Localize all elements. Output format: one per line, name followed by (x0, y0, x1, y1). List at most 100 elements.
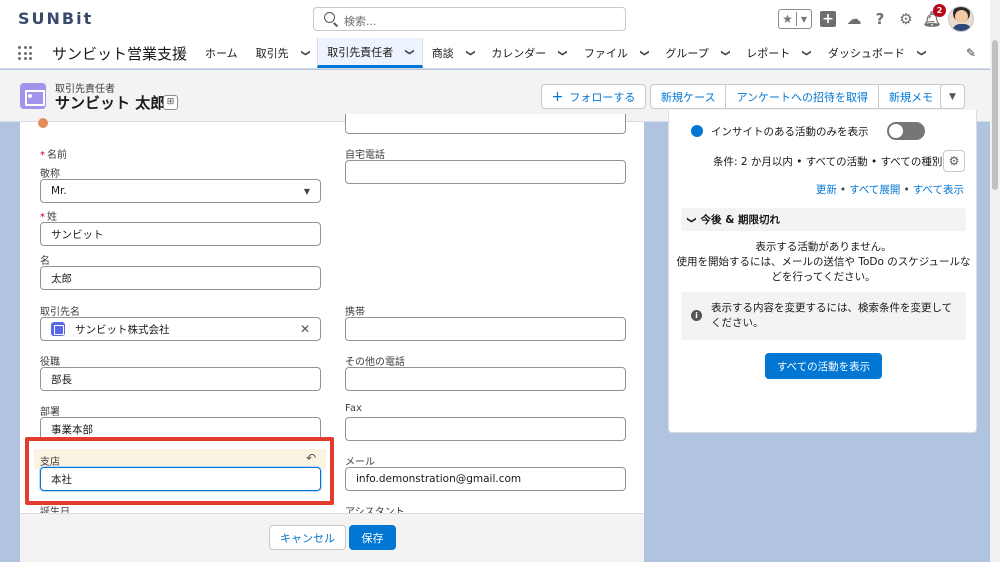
chevron-down-icon[interactable]: ❯ (557, 49, 567, 57)
gear-icon: ⚙ (948, 154, 960, 168)
contact-icon (20, 83, 46, 109)
nav-item-groups[interactable]: グループ ❯ (656, 38, 737, 68)
scrollbar-thumb[interactable] (992, 40, 998, 190)
global-header: SUNBit 検索... ★ ▼ + ☁ ? ⚙ 🔔︎ 2 (0, 0, 990, 38)
chevron-down-icon: ▼ (800, 14, 808, 24)
save-button[interactable]: 保存 (349, 525, 396, 550)
email-field: メール info.demonstration@gmail.com (345, 453, 626, 491)
department-field: 部署 事業本部 (40, 403, 321, 441)
home-phone-field: 自宅電話 (345, 146, 626, 184)
activity-links: 更新 • すべて展開 • すべて表示 (815, 184, 964, 196)
nav-item-reports[interactable]: レポート ❯ (737, 38, 819, 68)
show-all-activities-button[interactable]: すべての活動を表示 (765, 353, 882, 379)
account-field: 取引先名 サンビット株式会社 ✕ (40, 303, 321, 341)
home-phone-input[interactable] (345, 160, 626, 184)
salutation-select[interactable]: Mr. ▼ (40, 179, 321, 203)
activity-panel: インサイトのある活動のみを表示 条件: 2 か月以内 • すべての活動 • すべ… (668, 110, 977, 433)
first-name-input[interactable]: 太郎 (40, 266, 321, 290)
info-box: i 表示する内容を変更するには、検索条件を変更してください。 (681, 292, 966, 340)
nav-item-accounts[interactable]: 取引先 ❯ (247, 38, 318, 68)
salutation-field: 敬称 Mr. ▼ (40, 165, 321, 203)
cloud-icon: ☁ (846, 10, 862, 28)
other-phone-field: その他の電話 (345, 353, 626, 391)
fax-field: Fax (345, 403, 626, 441)
edit-nav-icon[interactable]: ✎ (966, 46, 976, 60)
chevron-down-icon[interactable]: ❯ (639, 49, 649, 57)
title-input[interactable]: 部長 (40, 367, 321, 391)
title-icon (38, 118, 48, 128)
scrollbar[interactable] (990, 0, 1000, 562)
last-name-field: * 姓 サンビット (40, 208, 321, 246)
show-all-link[interactable]: すべて表示 (913, 184, 964, 196)
info-icon: i (691, 310, 702, 321)
avatar[interactable] (948, 6, 974, 32)
partial-top-field (345, 114, 626, 134)
fax-input[interactable] (345, 417, 626, 441)
close-icon[interactable]: ✕ (300, 322, 310, 336)
record-name: サンビット 太郎 (55, 94, 166, 112)
chevron-down-icon[interactable]: ❯ (720, 49, 730, 57)
last-name-input[interactable]: サンビット (40, 222, 321, 246)
insight-toggle[interactable] (886, 122, 925, 140)
nav-item-home[interactable]: ホーム (196, 38, 247, 68)
mobile-field: 携帯 (345, 303, 626, 341)
filter-settings-button[interactable]: ⚙ (943, 150, 965, 172)
empty-state: 表示する活動がありません。 使用を開始するには、メールの送信や ToDo のスケ… (676, 241, 971, 283)
help-icon: ? (875, 10, 885, 28)
chevron-down-icon: ❯ (685, 215, 696, 224)
notifications-button[interactable]: 🔔︎ 2 (922, 4, 946, 29)
plus-icon: + (551, 88, 564, 105)
setup-assistant-button[interactable]: ☁ (844, 9, 864, 29)
cancel-button[interactable]: キャンセル (269, 525, 346, 550)
email-input[interactable]: info.demonstration@gmail.com (345, 467, 626, 491)
chevron-down-icon: ▼ (303, 186, 310, 196)
chevron-down-icon[interactable]: ❯ (465, 49, 475, 57)
plus-icon: + (820, 11, 836, 27)
header-icons: ★ ▼ + ☁ ? ⚙ 🔔︎ 2 (778, 4, 974, 32)
chevron-down-icon: ▼ (949, 91, 956, 102)
global-actions-button[interactable]: + (818, 9, 838, 29)
setup-button[interactable]: ⚙ (896, 9, 916, 29)
search-placeholder: 検索... (344, 15, 377, 28)
more-actions-button[interactable]: ▼ (940, 84, 965, 109)
nav-item-files[interactable]: ファイル ❯ (575, 38, 657, 68)
nav-item-dashboards[interactable]: ダッシュボード ❯ (819, 38, 934, 68)
highlight-frame (25, 437, 334, 505)
favorites-button[interactable]: ★ ▼ (778, 9, 812, 29)
gear-icon: ⚙ (899, 10, 913, 28)
nav-item-calendar[interactable]: カレンダー ❯ (482, 38, 575, 68)
logo: SUNBit (18, 9, 94, 28)
nav-item-contacts[interactable]: 取引先責任者 ❯ (317, 38, 423, 68)
app-nav-bar: サンビット営業支援 ホーム 取引先 ❯ 取引先責任者 ❯ 商談 ❯ カレンダー ❯ ファ… (0, 38, 990, 69)
hierarchy-icon[interactable]: ⊞ (163, 95, 178, 110)
chevron-down-icon[interactable]: ❯ (916, 49, 926, 57)
title-field: 役職 部長 (40, 353, 321, 391)
account-icon (51, 322, 65, 336)
app-launcher-icon[interactable] (18, 46, 32, 60)
app-name: サンビット営業支援 (52, 45, 188, 63)
expand-all-link[interactable]: すべて展開 (849, 184, 900, 196)
name-section-label: * 名前 (40, 150, 67, 161)
chevron-down-icon[interactable]: ❯ (404, 48, 414, 56)
chevron-down-icon[interactable]: ❯ (299, 49, 309, 57)
nav-item-opportunities[interactable]: 商談 ❯ (423, 38, 483, 68)
insight-filter: インサイトのある活動のみを表示 (691, 122, 925, 140)
new-note-button[interactable]: 新規メモ (879, 84, 945, 109)
upcoming-overdue-section[interactable]: ❯ 今後 & 期限切れ (681, 208, 966, 231)
other-phone-input[interactable] (345, 367, 626, 391)
help-button[interactable]: ? (870, 9, 890, 29)
chevron-down-icon[interactable]: ❯ (801, 49, 811, 57)
new-case-button[interactable]: 新規ケース (650, 84, 727, 109)
star-icon: ★ (779, 12, 797, 26)
insight-icon (691, 125, 703, 137)
follow-button[interactable]: + フォローする (541, 84, 646, 109)
account-lookup[interactable]: サンビット株式会社 ✕ (40, 317, 321, 341)
survey-invite-button[interactable]: アンケートへの招待を取得 (726, 84, 880, 109)
refresh-link[interactable]: 更新 (816, 184, 837, 196)
nav-items: ホーム 取引先 ❯ 取引先責任者 ❯ 商談 ❯ カレンダー ❯ ファイル ❯ グループ ❯ … (196, 38, 933, 68)
first-name-field: 名 太郎 (40, 252, 321, 290)
search-input[interactable]: 検索... (313, 7, 626, 31)
notification-badge: 2 (933, 4, 946, 17)
search-icon (324, 12, 335, 23)
mobile-input[interactable] (345, 317, 626, 341)
